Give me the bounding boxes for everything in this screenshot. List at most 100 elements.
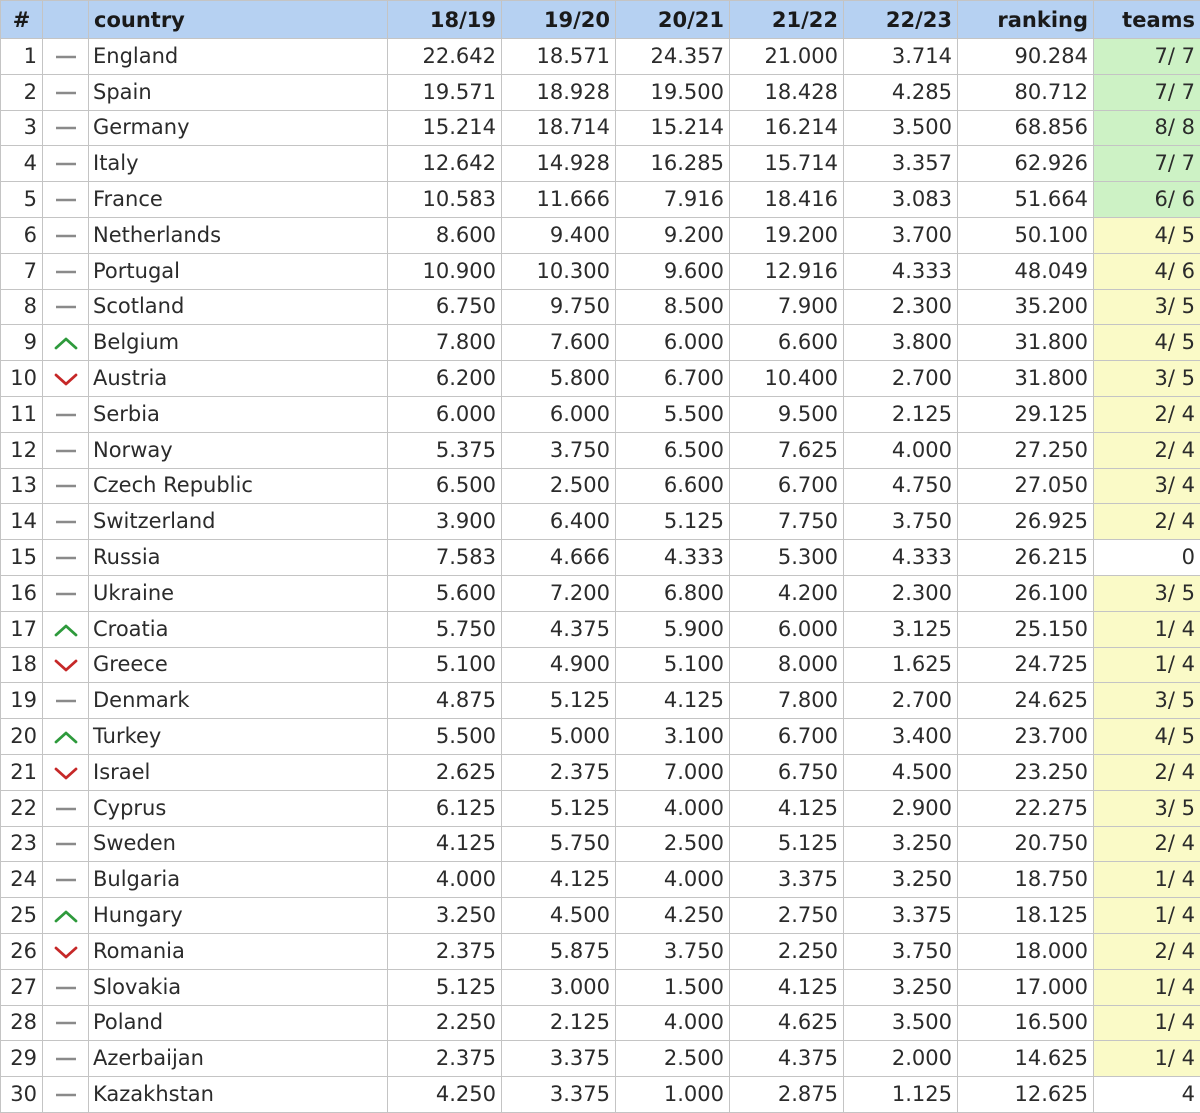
table-row: 21Israel2.6252.3757.0006.7504.50023.2502…: [1, 754, 1200, 790]
rank-cell: 24: [1, 862, 43, 898]
rank-cell: 21: [1, 754, 43, 790]
trend-up-icon: [54, 336, 78, 350]
country-cell[interactable]: Switzerland: [89, 504, 388, 540]
country-cell[interactable]: Turkey: [89, 719, 388, 755]
rank-cell: 2: [1, 74, 43, 110]
header-season-18-19[interactable]: 18/19: [388, 1, 502, 39]
season-21-22-cell: 4.200: [730, 575, 844, 611]
country-cell[interactable]: Austria: [89, 361, 388, 397]
header-teams[interactable]: teams: [1094, 1, 1200, 39]
season-18-19-cell: 3.250: [388, 898, 502, 934]
season-18-19-cell: 6.750: [388, 289, 502, 325]
trend-cell: [43, 575, 89, 611]
country-cell[interactable]: Russia: [89, 540, 388, 576]
teams-cell: 7/ 7: [1094, 74, 1200, 110]
season-22-23-cell: 2.300: [844, 289, 958, 325]
trend-same-icon: [54, 408, 78, 422]
country-cell[interactable]: England: [89, 39, 388, 75]
table-row: 3Germany15.21418.71415.21416.2143.50068.…: [1, 110, 1200, 146]
teams-cell: 4/ 6: [1094, 253, 1200, 289]
country-cell[interactable]: Kazakhstan: [89, 1077, 388, 1113]
season-22-23-cell: 3.500: [844, 110, 958, 146]
table-row: 25Hungary3.2504.5004.2502.7503.37518.125…: [1, 898, 1200, 934]
country-cell[interactable]: Croatia: [89, 611, 388, 647]
season-21-22-cell: 4.375: [730, 1041, 844, 1077]
season-18-19-cell: 10.583: [388, 182, 502, 218]
season-19-20-cell: 7.600: [502, 325, 616, 361]
trend-same-icon: [54, 229, 78, 243]
country-cell[interactable]: Portugal: [89, 253, 388, 289]
season-18-19-cell: 12.642: [388, 146, 502, 182]
country-cell[interactable]: France: [89, 182, 388, 218]
country-cell[interactable]: Belgium: [89, 325, 388, 361]
country-cell[interactable]: Norway: [89, 432, 388, 468]
country-cell[interactable]: Netherlands: [89, 217, 388, 253]
season-18-19-cell: 4.125: [388, 826, 502, 862]
country-cell[interactable]: Czech Republic: [89, 468, 388, 504]
country-cell[interactable]: Azerbaijan: [89, 1041, 388, 1077]
season-21-22-cell: 4.125: [730, 969, 844, 1005]
header-season-22-23[interactable]: 22/23: [844, 1, 958, 39]
trend-cell: [43, 611, 89, 647]
country-cell[interactable]: Ukraine: [89, 575, 388, 611]
season-21-22-cell: 3.375: [730, 862, 844, 898]
header-season-19-20[interactable]: 19/20: [502, 1, 616, 39]
header-rank[interactable]: #: [1, 1, 43, 39]
header-ranking[interactable]: ranking: [958, 1, 1094, 39]
header-country[interactable]: country: [89, 1, 388, 39]
teams-cell: 1/ 4: [1094, 1005, 1200, 1041]
country-cell[interactable]: Hungary: [89, 898, 388, 934]
season-21-22-cell: 6.000: [730, 611, 844, 647]
season-19-20-cell: 5.875: [502, 933, 616, 969]
country-cell[interactable]: Greece: [89, 647, 388, 683]
trend-cell: [43, 504, 89, 540]
country-cell[interactable]: Italy: [89, 146, 388, 182]
rank-cell: 20: [1, 719, 43, 755]
trend-same-icon: [54, 694, 78, 708]
season-18-19-cell: 5.600: [388, 575, 502, 611]
country-cell[interactable]: Denmark: [89, 683, 388, 719]
rank-cell: 18: [1, 647, 43, 683]
country-cell[interactable]: Scotland: [89, 289, 388, 325]
header-season-20-21[interactable]: 20/21: [616, 1, 730, 39]
country-cell[interactable]: Slovakia: [89, 969, 388, 1005]
season-20-21-cell: 4.000: [616, 862, 730, 898]
ranking-cell: 62.926: [958, 146, 1094, 182]
trend-same-icon: [54, 837, 78, 851]
country-cell[interactable]: Israel: [89, 754, 388, 790]
trend-cell: [43, 468, 89, 504]
season-18-19-cell: 4.000: [388, 862, 502, 898]
teams-cell: 4/ 5: [1094, 325, 1200, 361]
trend-cell: [43, 683, 89, 719]
season-18-19-cell: 4.250: [388, 1077, 502, 1113]
season-21-22-cell: 6.700: [730, 719, 844, 755]
country-cell[interactable]: Serbia: [89, 396, 388, 432]
country-cell[interactable]: Spain: [89, 74, 388, 110]
season-19-20-cell: 3.375: [502, 1077, 616, 1113]
teams-cell: 2/ 4: [1094, 504, 1200, 540]
country-cell[interactable]: Romania: [89, 933, 388, 969]
trend-cell: [43, 754, 89, 790]
country-cell[interactable]: Cyprus: [89, 790, 388, 826]
table-row: 28Poland2.2502.1254.0004.6253.50016.5001…: [1, 1005, 1200, 1041]
country-cell[interactable]: Bulgaria: [89, 862, 388, 898]
country-cell[interactable]: Germany: [89, 110, 388, 146]
trend-cell: [43, 110, 89, 146]
season-22-23-cell: 3.357: [844, 146, 958, 182]
season-20-21-cell: 6.500: [616, 432, 730, 468]
rank-cell: 11: [1, 396, 43, 432]
trend-down-icon: [54, 945, 78, 959]
ranking-cell: 31.800: [958, 325, 1094, 361]
trend-cell: [43, 1041, 89, 1077]
ranking-cell: 68.856: [958, 110, 1094, 146]
country-cell[interactable]: Poland: [89, 1005, 388, 1041]
table-row: 10Austria6.2005.8006.70010.4002.70031.80…: [1, 361, 1200, 397]
season-18-19-cell: 4.875: [388, 683, 502, 719]
season-22-23-cell: 3.750: [844, 504, 958, 540]
season-20-21-cell: 24.357: [616, 39, 730, 75]
country-cell[interactable]: Sweden: [89, 826, 388, 862]
header-season-21-22[interactable]: 21/22: [730, 1, 844, 39]
season-22-23-cell: 3.500: [844, 1005, 958, 1041]
season-18-19-cell: 5.750: [388, 611, 502, 647]
trend-cell: [43, 790, 89, 826]
